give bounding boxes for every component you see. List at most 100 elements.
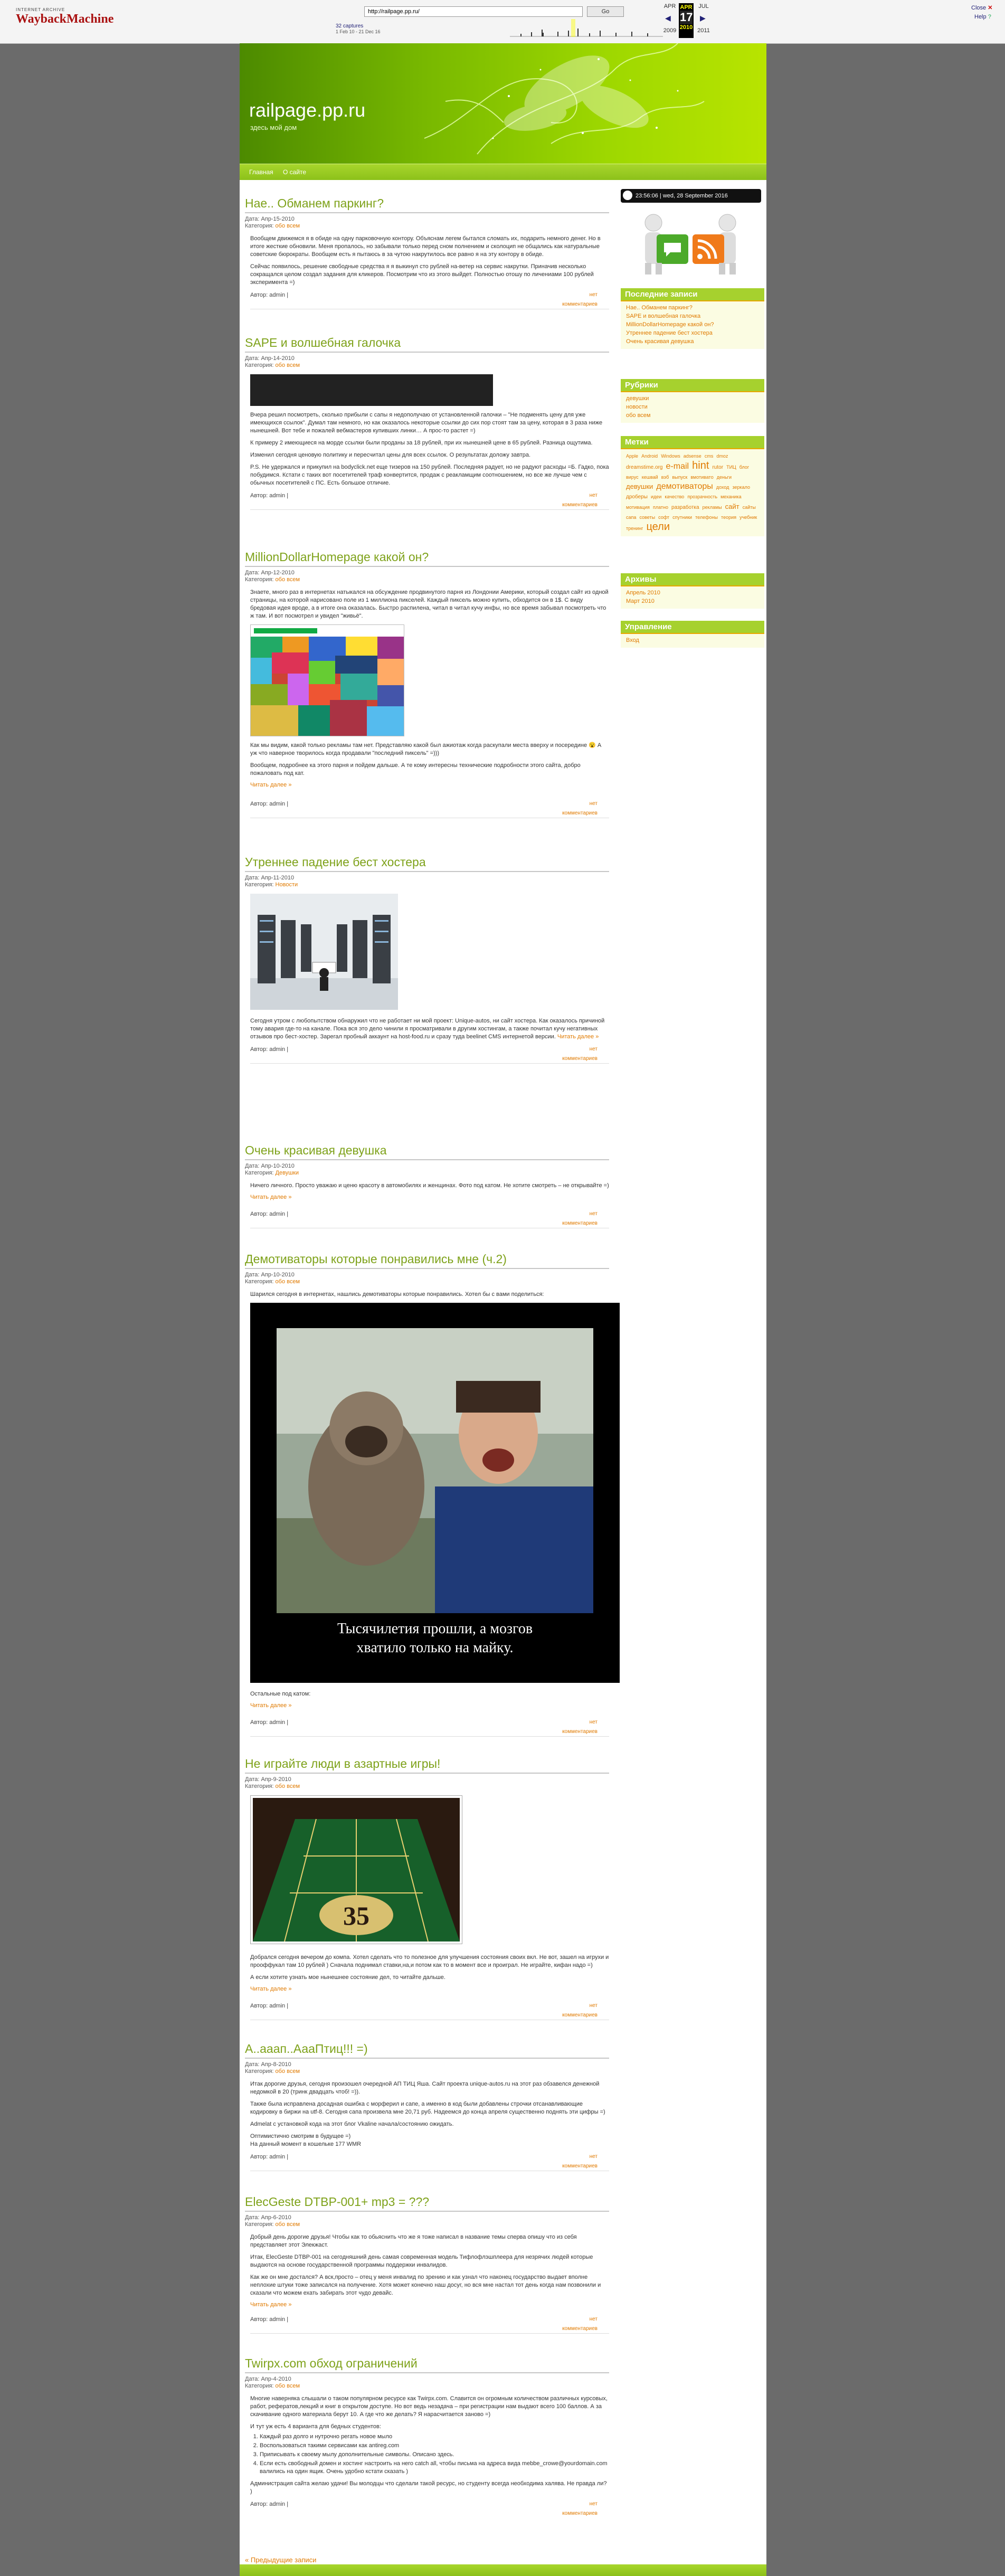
post-category-link[interactable]: обо всем xyxy=(276,1278,300,1285)
post-title[interactable]: Twirpx.com обход ограничений xyxy=(245,2356,609,2373)
tag-link[interactable]: кешвай xyxy=(642,475,658,480)
post-no-comments[interactable]: нет xyxy=(590,2501,598,2507)
tag-link[interactable]: телефоны xyxy=(695,515,718,520)
tag-link[interactable]: сайт xyxy=(725,503,739,510)
recent-post-link[interactable]: MillionDollarHomepage какой он? xyxy=(626,320,759,329)
tag-link[interactable]: платно xyxy=(653,505,668,510)
tag-link[interactable]: тренинг xyxy=(626,526,643,531)
tag-link[interactable]: учебник xyxy=(739,515,757,520)
post-category-link[interactable]: обо всем xyxy=(276,576,300,583)
tag-link[interactable]: dreamstime.org xyxy=(626,465,662,470)
post-category-link[interactable]: обо всем xyxy=(276,2383,300,2389)
read-more-link[interactable]: Читать далее » xyxy=(250,2302,609,2308)
tag-link[interactable]: hint xyxy=(692,460,709,471)
nav-about[interactable]: О сайте xyxy=(283,168,306,176)
tag-link[interactable]: советы xyxy=(639,515,655,520)
post-no-comments[interactable]: нет xyxy=(590,2003,598,2009)
tag-link[interactable]: разработка xyxy=(671,505,699,510)
post-title[interactable]: MillionDollarHomepage какой он? xyxy=(245,550,609,567)
post-comments-link[interactable]: комментариев xyxy=(562,1729,598,1735)
post-comments-link[interactable]: комментариев xyxy=(562,2012,598,2018)
post-comments-link[interactable]: комментариев xyxy=(562,2511,598,2516)
read-more-link[interactable]: Читать далее » xyxy=(250,782,609,788)
tag-link[interactable]: качество xyxy=(665,494,684,499)
post-no-comments[interactable]: нет xyxy=(590,2316,598,2322)
rubric-link[interactable]: девушки xyxy=(626,394,759,403)
wayback-logo[interactable]: INTERNET ARCHIVE WaybackMachine xyxy=(16,7,113,34)
post-title[interactable]: Нае.. Обманем паркинг? xyxy=(245,196,609,213)
recent-post-link[interactable]: SAPE и волшебная галочка xyxy=(626,312,759,320)
post-no-comments[interactable]: нет xyxy=(590,1211,598,1217)
wayback-next-arrow[interactable]: ▶ xyxy=(700,14,706,23)
tag-link[interactable]: рекламы xyxy=(703,505,722,510)
wayback-prev-arrow[interactable]: ◀ xyxy=(665,14,671,23)
post-comments-link[interactable]: комментариев xyxy=(562,301,598,307)
wayback-sparkline[interactable] xyxy=(510,19,663,37)
post-category-link[interactable]: Девушки xyxy=(276,1170,299,1176)
post-comments-link[interactable]: комментариев xyxy=(562,2163,598,2169)
previous-posts-link[interactable]: « Предыдущие записи xyxy=(245,2556,316,2564)
tag-link[interactable]: dmoz xyxy=(716,453,728,459)
rubric-link[interactable]: обо всем xyxy=(626,411,759,420)
tag-link[interactable]: Apple xyxy=(626,453,638,459)
archive-link[interactable]: Апрель 2010 xyxy=(626,589,759,597)
wayback-next-year[interactable]: 2011 xyxy=(697,27,710,34)
archive-link[interactable]: Март 2010 xyxy=(626,597,759,605)
post-title[interactable]: А..ааап..АааПтиц!!! =) xyxy=(245,2042,609,2059)
post-no-comments[interactable]: нет xyxy=(590,801,598,807)
recent-post-link[interactable]: Утреннее падение бест хостера xyxy=(626,329,759,337)
post-category-link[interactable]: обо всем xyxy=(276,2221,300,2228)
nav-home[interactable]: Главная xyxy=(249,168,273,176)
tag-link[interactable]: демотиваторы xyxy=(656,482,713,491)
post-category-link[interactable]: обо всем xyxy=(276,223,300,229)
tag-link[interactable]: сапа xyxy=(626,515,636,520)
tag-link[interactable]: вэб xyxy=(661,475,669,480)
inline-read-more-link[interactable]: Читать далее » xyxy=(557,1034,599,1040)
wayback-prev-year[interactable]: 2009 xyxy=(663,27,677,34)
post-comments-link[interactable]: комментариев xyxy=(562,1056,598,1062)
rubric-link[interactable]: новости xyxy=(626,403,759,411)
tag-link[interactable]: вмотивато xyxy=(690,475,713,480)
post-category-link[interactable]: обо всем xyxy=(276,2068,300,2075)
post-title[interactable]: Очень красивая девушка xyxy=(245,1143,609,1160)
post-no-comments[interactable]: нет xyxy=(590,1719,598,1725)
tag-link[interactable]: Windows xyxy=(661,453,680,459)
tag-link[interactable]: ТИЦ xyxy=(726,465,736,470)
tag-link[interactable]: теория xyxy=(721,515,736,520)
tag-link[interactable]: цели xyxy=(646,521,670,533)
subscribe-figures-image[interactable] xyxy=(627,208,754,277)
wayback-go-button[interactable]: Go xyxy=(587,6,624,17)
login-link[interactable]: Вход xyxy=(626,636,759,645)
tag-link[interactable]: деньги xyxy=(717,475,732,480)
post-no-comments[interactable]: нет xyxy=(590,2154,598,2160)
tag-link[interactable]: cms xyxy=(705,453,714,459)
tag-link[interactable]: Android xyxy=(641,453,658,459)
tag-link[interactable]: rutor xyxy=(712,465,723,470)
wayback-next-month[interactable]: JUL xyxy=(697,3,710,10)
tag-link[interactable]: девушки xyxy=(626,482,653,490)
post-comments-link[interactable]: комментариев xyxy=(562,1220,598,1226)
post-no-comments[interactable]: нет xyxy=(590,292,598,298)
wayback-close-button[interactable]: Close ✕ xyxy=(971,4,992,11)
tag-link[interactable]: e-mail xyxy=(666,462,689,471)
wayback-help-button[interactable]: Help ? xyxy=(974,14,991,20)
post-title[interactable]: ElecGeste DTBP-001+ mp3 = ??? xyxy=(245,2195,609,2212)
post-comments-link[interactable]: комментариев xyxy=(562,2326,598,2332)
tag-link[interactable]: дроберы xyxy=(626,494,648,500)
wayback-prev-month[interactable]: APR xyxy=(663,3,677,10)
tag-link[interactable]: доход xyxy=(716,485,729,490)
post-category-link[interactable]: обо всем xyxy=(276,362,300,368)
read-more-link[interactable]: Читать далее » xyxy=(250,1986,609,1992)
tag-link[interactable]: зеркало xyxy=(733,485,751,490)
post-title[interactable]: Демотиваторы которые понравились мне (ч.… xyxy=(245,1252,609,1269)
post-title[interactable]: Не играйте люди в азартные игры! xyxy=(245,1757,609,1774)
tag-link[interactable]: мотивация xyxy=(626,505,650,510)
post-no-comments[interactable]: нет xyxy=(590,1046,598,1052)
post-title[interactable]: SAPE и волшебная галочка xyxy=(245,336,609,353)
tag-link[interactable]: выпуск xyxy=(672,475,687,480)
post-category-link[interactable]: Новости xyxy=(276,882,298,888)
post-no-comments[interactable]: нет xyxy=(590,493,598,498)
tag-link[interactable]: вирус xyxy=(626,475,639,480)
wayback-captures-link[interactable]: 32 captures xyxy=(336,23,381,29)
post-title[interactable]: Утреннее падение бест хостера xyxy=(245,855,609,872)
